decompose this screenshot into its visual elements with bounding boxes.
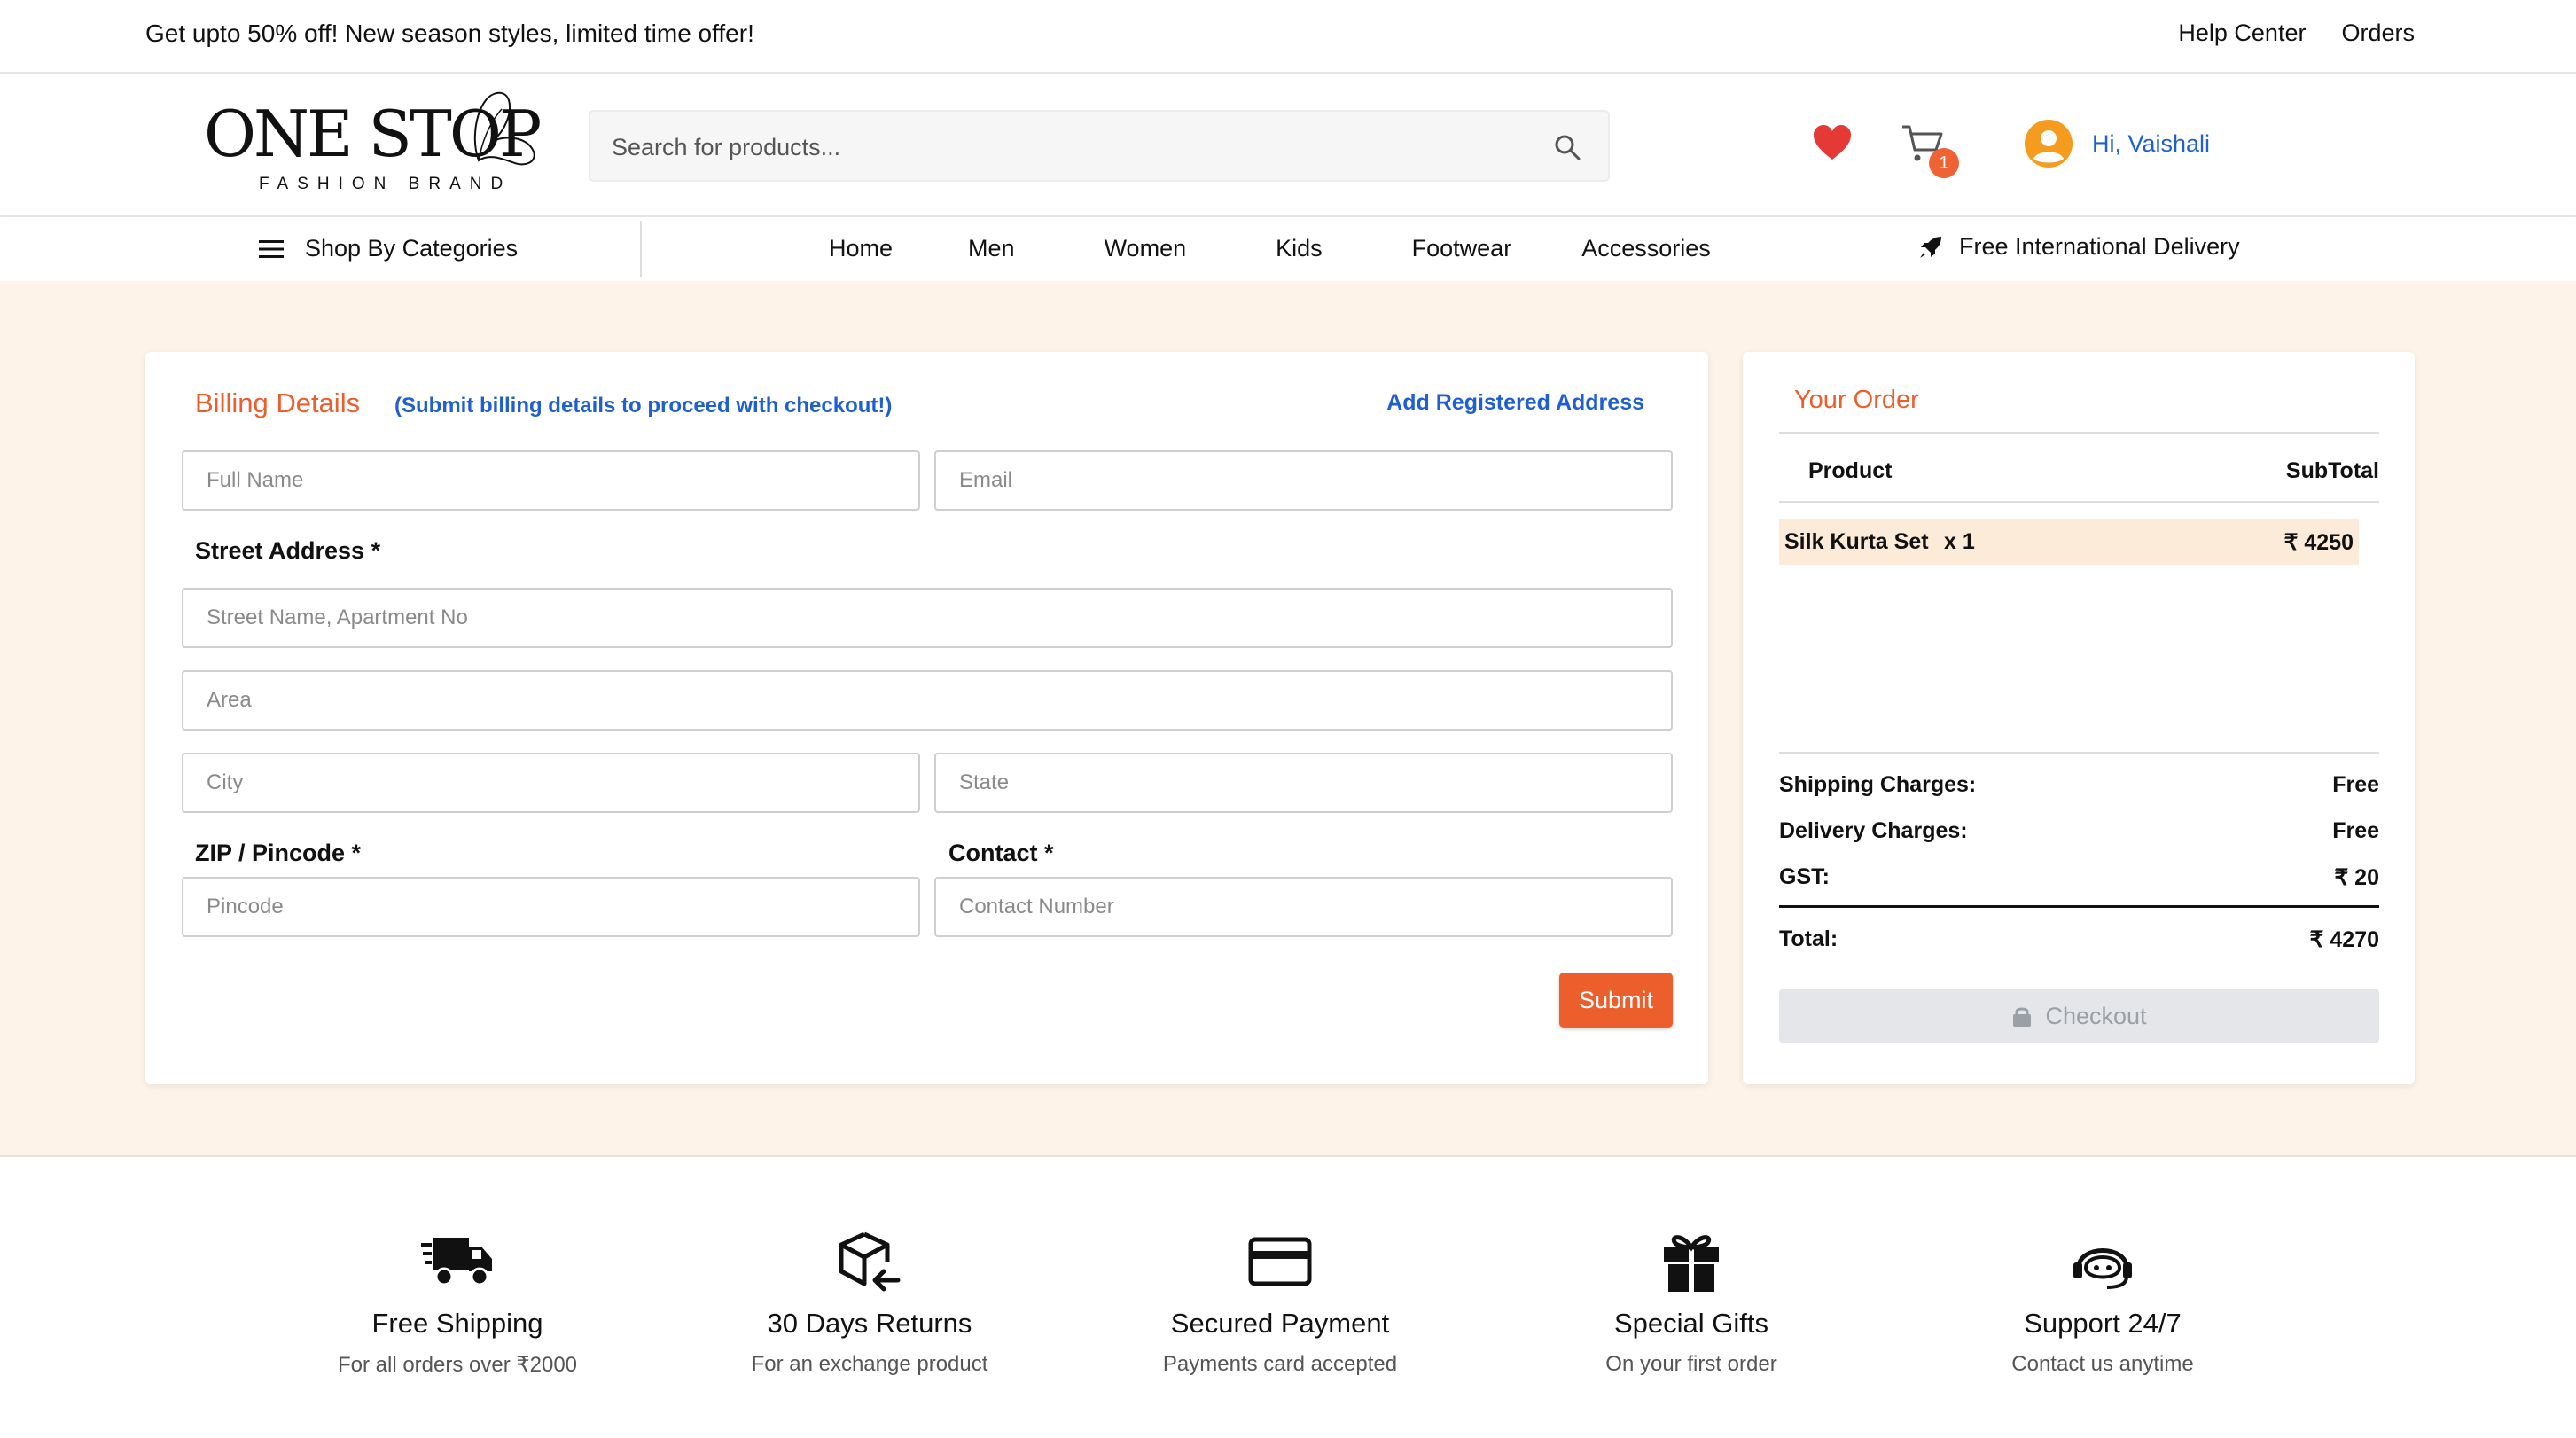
wishlist-heart-icon[interactable] xyxy=(1812,124,1853,166)
add-registered-address-link[interactable]: Add Registered Address xyxy=(1386,390,1644,416)
nav-item-men[interactable]: Men xyxy=(968,235,1015,262)
feature-subtitle: Payments card accepted xyxy=(1162,1352,1398,1376)
feature-subtitle: For an exchange product xyxy=(751,1352,988,1376)
promo-text: Get upto 50% off! New season styles, lim… xyxy=(145,20,754,47)
order-title: Your Order xyxy=(1794,386,1919,414)
delivery-label: Free International Delivery xyxy=(1959,233,2240,260)
nav-item-women[interactable]: Women xyxy=(1105,235,1187,262)
top-links: Help Center Orders xyxy=(2178,20,2415,47)
feature-title: 30 Days Returns xyxy=(767,1308,972,1339)
full-name-field[interactable] xyxy=(182,450,920,511)
total-value: ₹ 4270 xyxy=(2309,927,2379,952)
email-field[interactable] xyxy=(934,450,1673,511)
features-strip: Free Shipping For all orders over ₹2000 … xyxy=(0,1157,2576,1438)
orders-link[interactable]: Orders xyxy=(2341,20,2415,47)
gst-value: ₹ 20 xyxy=(2334,865,2379,890)
nav-item-accessories[interactable]: Accessories xyxy=(1581,235,1711,262)
nav-item-footwear[interactable]: Footwear xyxy=(1412,235,1512,262)
feature-title: Special Gifts xyxy=(1613,1308,1768,1339)
billing-hint: (Submit billing details to proceed with … xyxy=(394,394,893,418)
street-field[interactable] xyxy=(182,588,1673,648)
delivery-charges-value: Free xyxy=(2332,818,2379,843)
feature-subtitle: On your first order xyxy=(1605,1352,1777,1376)
order-item-row: Silk Kurta Set x 1 ₹ 4250 xyxy=(1779,519,2359,565)
contact-number-field[interactable] xyxy=(934,877,1673,937)
headset-icon xyxy=(2073,1248,2132,1289)
feature-subtitle: Contact us anytime xyxy=(2011,1352,2194,1376)
rocket-icon xyxy=(1920,236,1941,258)
categories-label: Shop By Categories xyxy=(305,235,519,262)
area-field[interactable] xyxy=(182,670,1673,731)
state-field[interactable] xyxy=(934,753,1673,813)
total-row: Total: ₹ 4270 xyxy=(1779,926,2379,952)
shipping-label: Shipping Charges: xyxy=(1779,772,1977,797)
order-divider xyxy=(1779,432,2379,434)
item-name: Silk Kurta Set xyxy=(1784,529,1929,554)
user-avatar-icon xyxy=(2025,120,2073,168)
feature-special-gifts: Special Gifts On your first order xyxy=(1505,1230,1877,1377)
total-label: Total: xyxy=(1779,926,1838,951)
credit-card-icon xyxy=(1248,1237,1312,1286)
gst-row: GST: ₹ 20 xyxy=(1779,864,2379,890)
main-nav: Shop By Categories Home Men Women Kids F… xyxy=(0,217,2576,281)
nav-item-home[interactable]: Home xyxy=(829,235,893,262)
item-price: ₹ 4250 xyxy=(2283,530,2354,555)
logo-subtitle: FASHION BRAND xyxy=(259,175,512,193)
brand-logo[interactable]: ONE STOP FASHION BRAND xyxy=(202,88,548,203)
site-header: ONE STOP FASHION BRAND 1 Hi, Vaishali xyxy=(0,74,2576,217)
order-summary-card: Your Order Product SubTotal Silk Kurta S… xyxy=(1743,352,2415,1084)
charges-divider xyxy=(1779,752,2379,754)
search-input[interactable] xyxy=(612,128,1498,167)
checkout-section: Billing Details (Submit billing details … xyxy=(0,281,2576,1157)
feature-subtitle: For all orders over ₹2000 xyxy=(337,1353,578,1377)
pincode-field[interactable] xyxy=(182,877,920,937)
nav-item-kids[interactable]: Kids xyxy=(1276,235,1323,262)
billing-details-card: Billing Details (Submit billing details … xyxy=(145,352,1708,1084)
feature-title: Free Shipping xyxy=(371,1308,543,1339)
nav-divider xyxy=(640,221,642,277)
delivery-row: Delivery Charges: Free xyxy=(1779,818,2379,844)
street-address-label: Street Address * xyxy=(195,537,381,564)
feature-title: Support 24/7 xyxy=(2024,1308,2182,1339)
box-return-icon xyxy=(839,1231,901,1292)
search-icon[interactable] xyxy=(1553,133,1581,166)
user-greeting: Hi, Vaishali xyxy=(2092,129,2211,157)
shipping-row: Shipping Charges: Free xyxy=(1779,772,2379,798)
subtotal-column-header: SubTotal xyxy=(2285,458,2379,483)
lock-icon xyxy=(2013,1007,2032,1027)
checkout-label: Checkout xyxy=(2045,1002,2147,1029)
feature-secured-payment: Secured Payment Payments card accepted xyxy=(1094,1230,1466,1377)
search-bar xyxy=(589,110,1610,182)
promo-bar: Get upto 50% off! New season styles, lim… xyxy=(0,0,2576,74)
help-center-link[interactable]: Help Center xyxy=(2178,20,2306,47)
free-delivery-banner: Free International Delivery xyxy=(1918,233,2240,261)
gift-icon xyxy=(1664,1235,1719,1292)
butterfly-icon xyxy=(473,91,535,166)
cart-button[interactable]: 1 xyxy=(1901,121,1959,178)
feature-support: Support 24/7 Contact us anytime xyxy=(1916,1230,2289,1377)
shipping-value: Free xyxy=(2332,772,2379,797)
total-divider xyxy=(1779,905,2379,908)
user-account[interactable]: Hi, Vaishali xyxy=(2025,120,2210,168)
billing-title: Billing Details xyxy=(195,387,361,418)
delivery-charges-label: Delivery Charges: xyxy=(1779,818,1968,843)
cart-count-badge: 1 xyxy=(1929,148,1959,178)
gst-label: GST: xyxy=(1779,864,1830,889)
hamburger-menu-icon xyxy=(259,239,284,258)
product-column-header: Product xyxy=(1808,458,1893,483)
zip-label: ZIP / Pincode * xyxy=(195,840,362,866)
checkout-button[interactable]: Checkout xyxy=(1779,989,2379,1043)
header-divider xyxy=(1779,501,2379,503)
contact-label: Contact * xyxy=(948,840,1054,866)
feature-free-shipping: Free Shipping For all orders over ₹2000 xyxy=(271,1230,644,1378)
truck-icon xyxy=(421,1238,492,1286)
shop-by-categories-button[interactable]: Shop By Categories xyxy=(259,235,518,262)
city-field[interactable] xyxy=(182,753,920,813)
feature-title: Secured Payment xyxy=(1170,1308,1390,1339)
nav-menu: Home Men Women Kids Footwear Accessories xyxy=(829,235,1711,262)
item-quantity: x 1 xyxy=(1944,529,1975,554)
submit-button[interactable]: Submit xyxy=(1559,973,1673,1028)
feature-returns: 30 Days Returns For an exchange product xyxy=(683,1230,1056,1377)
